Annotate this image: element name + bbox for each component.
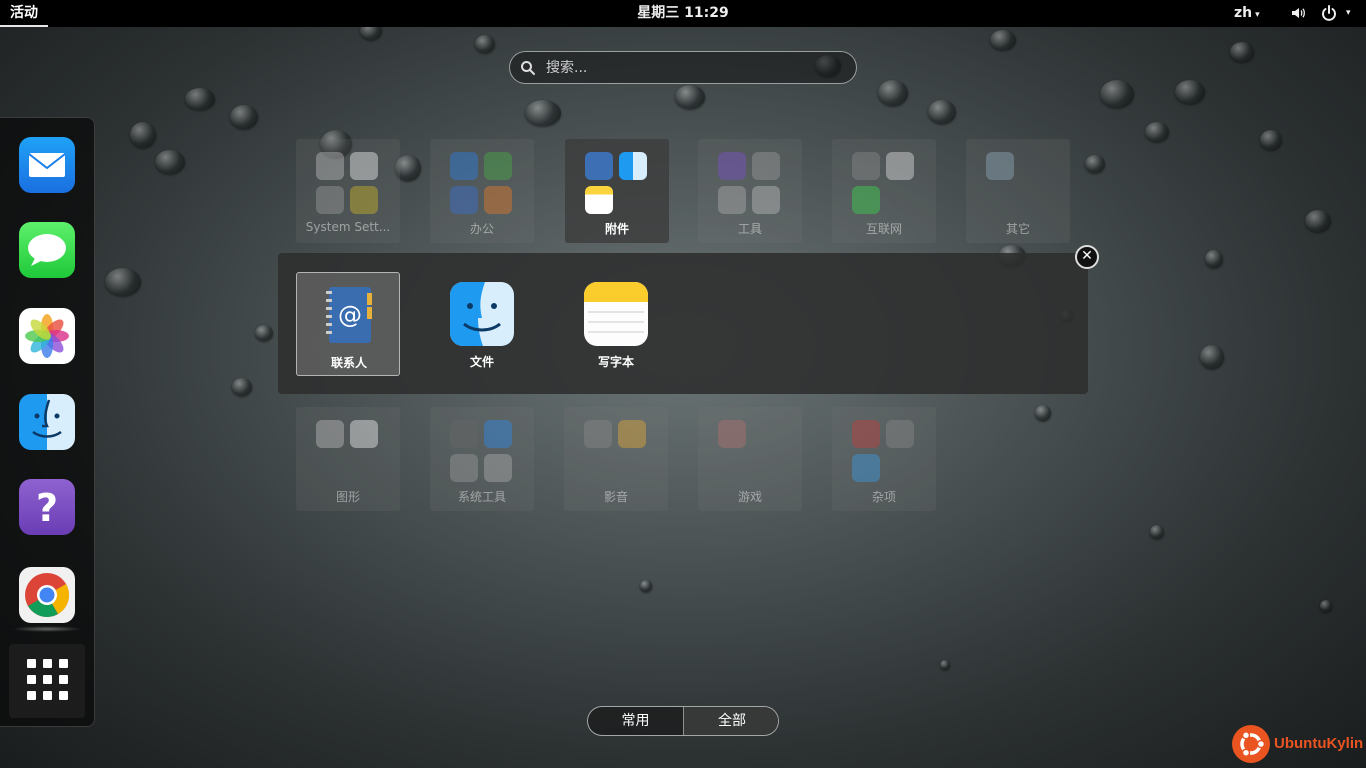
folder-label: 工具 (737, 222, 762, 236)
archive-icon (752, 186, 780, 214)
app-store-icon (484, 420, 512, 448)
folder-icon (986, 152, 1014, 180)
messages-icon (852, 186, 880, 214)
notes-icon (584, 282, 648, 346)
folder-label: 图形 (335, 490, 360, 504)
language-label: zh (1234, 5, 1253, 21)
folder-label: 系统工具 (457, 490, 506, 504)
writer-icon (450, 186, 478, 214)
folder-label: 办公 (469, 222, 494, 236)
folder-other[interactable]: 其它 (966, 139, 1070, 243)
folder-label: 影音 (603, 490, 628, 504)
wifi-icon (852, 454, 880, 482)
chrome-icon[interactable] (19, 567, 75, 623)
finder-icon (619, 152, 647, 180)
close-icon: ✕ (1081, 248, 1093, 264)
volume-icon[interactable] (1290, 5, 1306, 21)
linux-icon (450, 420, 478, 448)
folder-label: 其它 (1005, 222, 1030, 236)
clock[interactable]: 星期三 11:29 (637, 5, 728, 21)
activities-button[interactable]: 活动 (0, 0, 48, 27)
all-tab[interactable]: 全部 (684, 707, 778, 735)
mail-icon[interactable] (19, 137, 75, 193)
scanner-icon (316, 420, 344, 448)
mail-icon (450, 152, 478, 180)
chevron-down-icon: ▾ (1255, 10, 1260, 20)
satellite-icon (886, 420, 914, 448)
power-icon[interactable] (1320, 4, 1338, 22)
app-label: 写字本 (597, 355, 634, 369)
frequent-tab[interactable]: 常用 (588, 707, 684, 735)
download-icon (852, 152, 880, 180)
power-manager-icon (350, 186, 378, 214)
show-applications-button[interactable] (9, 644, 85, 718)
notes-icon (585, 186, 613, 214)
folder-internet[interactable]: 互联网 (832, 139, 936, 243)
finder-icon[interactable] (19, 394, 75, 450)
app-contacts[interactable]: @ 联系人 (296, 272, 400, 376)
camera-icon (584, 420, 612, 448)
clock-container: 星期三 11:29 (0, 0, 1366, 27)
top-bar: 活动 星期三 11:29 zh ▾ ▾ (0, 0, 1366, 27)
messages-icon[interactable] (19, 222, 75, 278)
folder-tools[interactable]: 工具 (698, 139, 802, 243)
svg-text:?: ? (36, 486, 58, 530)
folder-icon (718, 186, 746, 214)
folder-misc[interactable]: 杂项 (832, 407, 936, 511)
scanner-icon (752, 152, 780, 180)
folder-graphics[interactable]: 图形 (296, 407, 400, 511)
folder-label: 互联网 (865, 222, 902, 236)
search-input[interactable] (546, 57, 846, 79)
spreadsheet-icon (484, 152, 512, 180)
folder-multimedia[interactable]: 影音 (564, 407, 668, 511)
printer-icon (316, 186, 344, 214)
folder-label: 游戏 (737, 490, 762, 504)
photos-icon[interactable] (19, 308, 75, 364)
folder-games[interactable]: 游戏 (698, 407, 802, 511)
disk-icon (484, 454, 512, 482)
contacts-icon: @ (326, 287, 372, 343)
folder-label: 杂项 (871, 490, 896, 504)
folder-system-tools[interactable]: 系统工具 (430, 407, 534, 511)
checkmark-icon (852, 420, 880, 448)
dash-dock: ? (0, 117, 95, 727)
settings-icon (316, 152, 344, 180)
svg-text:@: @ (338, 301, 362, 329)
video-icon (618, 420, 646, 448)
photos-icon (350, 420, 378, 448)
view-switcher: 常用 全部 (587, 706, 779, 736)
app-label: 文件 (469, 355, 494, 369)
folder-system-settings[interactable]: System Sett... (296, 139, 400, 243)
app-label: 联系人 (330, 356, 367, 370)
presentation-icon (484, 186, 512, 214)
ubuntu-logo-icon (1232, 725, 1270, 763)
chrome-icon (886, 152, 914, 180)
folder-label: System Sett... (305, 220, 391, 234)
folder-label: 附件 (604, 222, 629, 236)
folder-accessories[interactable]: 附件 (565, 139, 669, 243)
app-files[interactable]: 文件 (430, 272, 534, 376)
running-indicator (12, 626, 82, 632)
app-notepad[interactable]: 写字本 (564, 272, 668, 376)
contacts-icon (585, 152, 613, 180)
input-language-indicator[interactable]: zh ▾ (1234, 0, 1260, 29)
chevron-down-icon[interactable]: ▾ (1346, 0, 1351, 27)
cards-icon (718, 420, 746, 448)
close-popup-button[interactable]: ✕ (1075, 245, 1099, 269)
folder-popup-accessories: @ 联系人 文件 写字本 (278, 253, 1088, 394)
logo-text: UbuntuKylin (1274, 735, 1364, 752)
folder-office[interactable]: 办公 (430, 139, 534, 243)
search-box[interactable] (509, 51, 857, 84)
microscope-icon (450, 454, 478, 482)
help-icon (718, 152, 746, 180)
search-icon (521, 61, 535, 75)
finder-icon (450, 282, 514, 346)
photos-icon (350, 152, 378, 180)
help-icon[interactable]: ? (19, 479, 75, 535)
